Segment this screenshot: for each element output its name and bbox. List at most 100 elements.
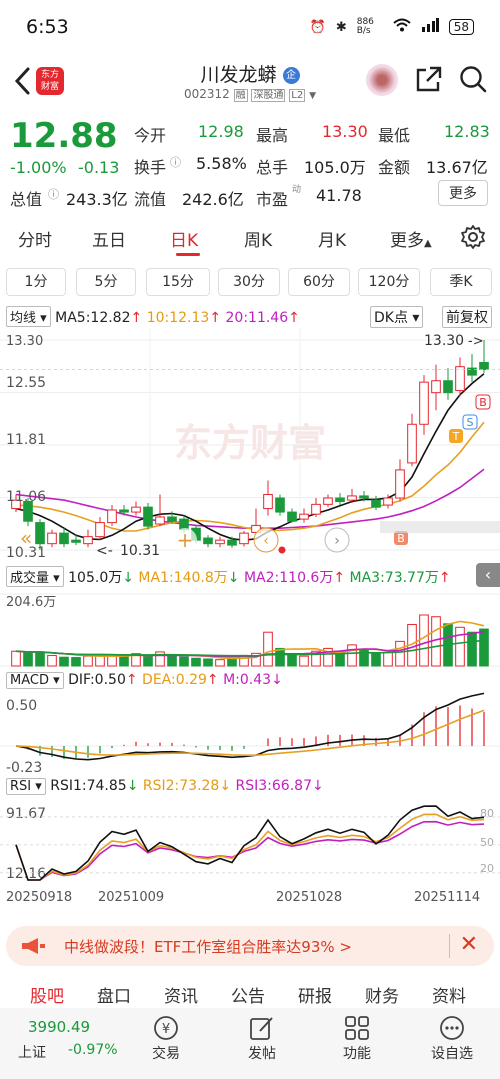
current-price: 12.88 bbox=[10, 116, 118, 156]
index-value[interactable]: 3990.49 bbox=[28, 1018, 90, 1036]
nav-functions[interactable]: 功能 bbox=[327, 1043, 387, 1063]
collapse-panel-icon[interactable]: ‹ bbox=[476, 563, 500, 587]
apps-icon[interactable] bbox=[343, 1014, 371, 1042]
candle-body bbox=[131, 506, 141, 513]
y-axis-mid2: 11.81 bbox=[6, 432, 46, 448]
info-icon[interactable]: ⓘ bbox=[48, 186, 59, 202]
low-value: 12.83 bbox=[444, 122, 490, 141]
interval-15min[interactable]: 15分 bbox=[146, 268, 210, 296]
interval-120min[interactable]: 120分 bbox=[358, 268, 420, 296]
kline-chart[interactable]: 东方财富 13.30 12.55 11.81 11.06 10.31 13.30… bbox=[0, 328, 500, 560]
volume-current: 105.0万 bbox=[68, 570, 123, 586]
tab-order-book[interactable]: 盘口 bbox=[97, 982, 131, 1007]
candle-body bbox=[407, 423, 417, 464]
status-icons: ⏰ ✱ 886 B/s 58 bbox=[310, 18, 474, 36]
tab-announcements[interactable]: 公告 bbox=[231, 982, 265, 1007]
svg-text:‹: ‹ bbox=[263, 533, 269, 549]
volume-legend: 成交量 ▾ 105.0万↓ MA1:140.8万↓ MA2:110.6万↑ MA… bbox=[6, 566, 451, 587]
change-percent: -1.00% bbox=[10, 158, 67, 177]
candle-body bbox=[83, 536, 93, 545]
volume-bar bbox=[347, 644, 357, 667]
active-tab-indicator bbox=[176, 253, 200, 256]
index-name[interactable]: 上证 bbox=[18, 1042, 46, 1062]
index-change[interactable]: -0.97% bbox=[68, 1042, 118, 1058]
buy-signal-icon[interactable]: B bbox=[394, 531, 408, 545]
adjust-button[interactable]: 前复权 bbox=[442, 306, 492, 328]
macd-dropdown[interactable]: MACD ▾ bbox=[6, 672, 64, 689]
date-label: 20251009 bbox=[98, 890, 165, 905]
add-indicator-icon[interactable]: + bbox=[173, 528, 197, 552]
volume-axis-top: 204.6万 bbox=[6, 595, 56, 610]
tab-weekly-k[interactable]: 周K bbox=[244, 226, 272, 251]
volume-bar bbox=[119, 656, 129, 667]
event-dot[interactable] bbox=[278, 546, 286, 554]
settings-icon[interactable] bbox=[460, 224, 486, 254]
sell-signal-icon[interactable]: B bbox=[475, 394, 491, 410]
tab-news[interactable]: 资讯 bbox=[164, 982, 198, 1007]
date-label: 20251028 bbox=[276, 890, 343, 905]
megaphone-icon bbox=[20, 936, 45, 956]
interval-1min[interactable]: 1分 bbox=[6, 268, 66, 296]
tab-forum[interactable]: 股吧 bbox=[30, 982, 64, 1007]
nav-trade[interactable]: 交易 bbox=[136, 1043, 196, 1063]
volume-bar bbox=[11, 650, 21, 667]
dynamic-pe-icon[interactable]: 动 bbox=[292, 182, 301, 195]
info-icon[interactable]: ⓘ bbox=[170, 154, 181, 170]
rsi-chart[interactable]: 91.67 12.16 80 50 20 bbox=[0, 800, 500, 890]
volume-bar bbox=[143, 655, 153, 667]
bottom-bar: 3990.49 上证 -0.97% ¥ 交易 发帖 功能 设自选 bbox=[0, 1008, 500, 1079]
promo-banner[interactable]: 中线做波段！ETF工作室组合胜率达93% > ✕ bbox=[6, 926, 494, 966]
y-axis-mid3: 11.06 bbox=[6, 489, 46, 505]
nav-add-watchlist[interactable]: 设自选 bbox=[422, 1043, 482, 1063]
tab-financials[interactable]: 财务 bbox=[365, 982, 399, 1007]
rsi-dropdown[interactable]: RSI ▾ bbox=[6, 778, 46, 795]
ma-type-dropdown[interactable]: 均线 ▾ bbox=[6, 306, 51, 327]
float-label: 流值 bbox=[134, 190, 167, 209]
nav-post[interactable]: 发帖 bbox=[232, 1043, 292, 1063]
scroll-left-icon[interactable]: « bbox=[20, 526, 32, 550]
post-icon[interactable] bbox=[248, 1014, 276, 1042]
candle-body bbox=[143, 506, 153, 527]
macd-chart[interactable]: 0.50 -0.23 bbox=[0, 692, 500, 774]
close-icon[interactable]: ✕ bbox=[460, 932, 478, 957]
tab-five-day[interactable]: 五日 bbox=[92, 226, 126, 251]
prev-candle-icon[interactable]: ‹ bbox=[253, 527, 279, 553]
volume-bar bbox=[419, 614, 429, 667]
interval-30min[interactable]: 30分 bbox=[218, 268, 280, 296]
tab-daily-k[interactable]: 日K bbox=[170, 226, 198, 251]
stock-header: 东方财富 川发龙蟒 企 002312 融 深股通 L2 ▼ bbox=[0, 58, 500, 108]
t-signal-icon[interactable]: T bbox=[449, 429, 463, 443]
more-circle-icon[interactable] bbox=[438, 1014, 466, 1042]
dk-point-dropdown[interactable]: DK点 ▾ bbox=[370, 306, 424, 328]
y-axis-top: 13.30 bbox=[6, 334, 43, 349]
float-value: 242.6亿 bbox=[182, 190, 244, 209]
s-signal-icon[interactable]: S bbox=[462, 414, 478, 430]
macd-axis-bottom: -0.23 bbox=[6, 760, 42, 774]
volume-bar bbox=[227, 658, 237, 667]
next-candle-icon[interactable]: › bbox=[324, 527, 350, 553]
interval-quarter-k[interactable]: 季K bbox=[430, 268, 492, 296]
trade-icon[interactable]: ¥ bbox=[152, 1014, 180, 1042]
volume-bar bbox=[107, 654, 117, 667]
tab-monthly-k[interactable]: 月K bbox=[318, 226, 346, 251]
rsi3-value: RSI3:66.87 bbox=[235, 778, 312, 794]
tab-intraday[interactable]: 分时 bbox=[18, 226, 52, 251]
svg-text:B: B bbox=[397, 532, 405, 545]
tab-profile[interactable]: 资料 bbox=[432, 982, 466, 1007]
search-icon[interactable] bbox=[458, 64, 488, 94]
arrow-up-icon: ↑ bbox=[288, 310, 300, 326]
scroll-bar[interactable] bbox=[380, 521, 500, 533]
open-label: 今开 bbox=[134, 126, 167, 145]
chevron-down-icon[interactable]: ▼ bbox=[309, 91, 316, 101]
high-arrow-icon: -> bbox=[468, 334, 484, 349]
share-icon[interactable] bbox=[414, 64, 444, 94]
avatar[interactable] bbox=[366, 64, 398, 96]
interval-5min[interactable]: 5分 bbox=[76, 268, 136, 296]
more-quote-button[interactable]: 更多 bbox=[438, 180, 488, 206]
volume-bar bbox=[479, 628, 489, 667]
volume-dropdown[interactable]: 成交量 ▾ bbox=[6, 566, 64, 587]
tab-more[interactable]: 更多▲ bbox=[390, 226, 432, 251]
tab-research[interactable]: 研报 bbox=[298, 982, 332, 1007]
interval-60min[interactable]: 60分 bbox=[288, 268, 350, 296]
volume-chart[interactable]: 204.6万 bbox=[0, 588, 500, 668]
